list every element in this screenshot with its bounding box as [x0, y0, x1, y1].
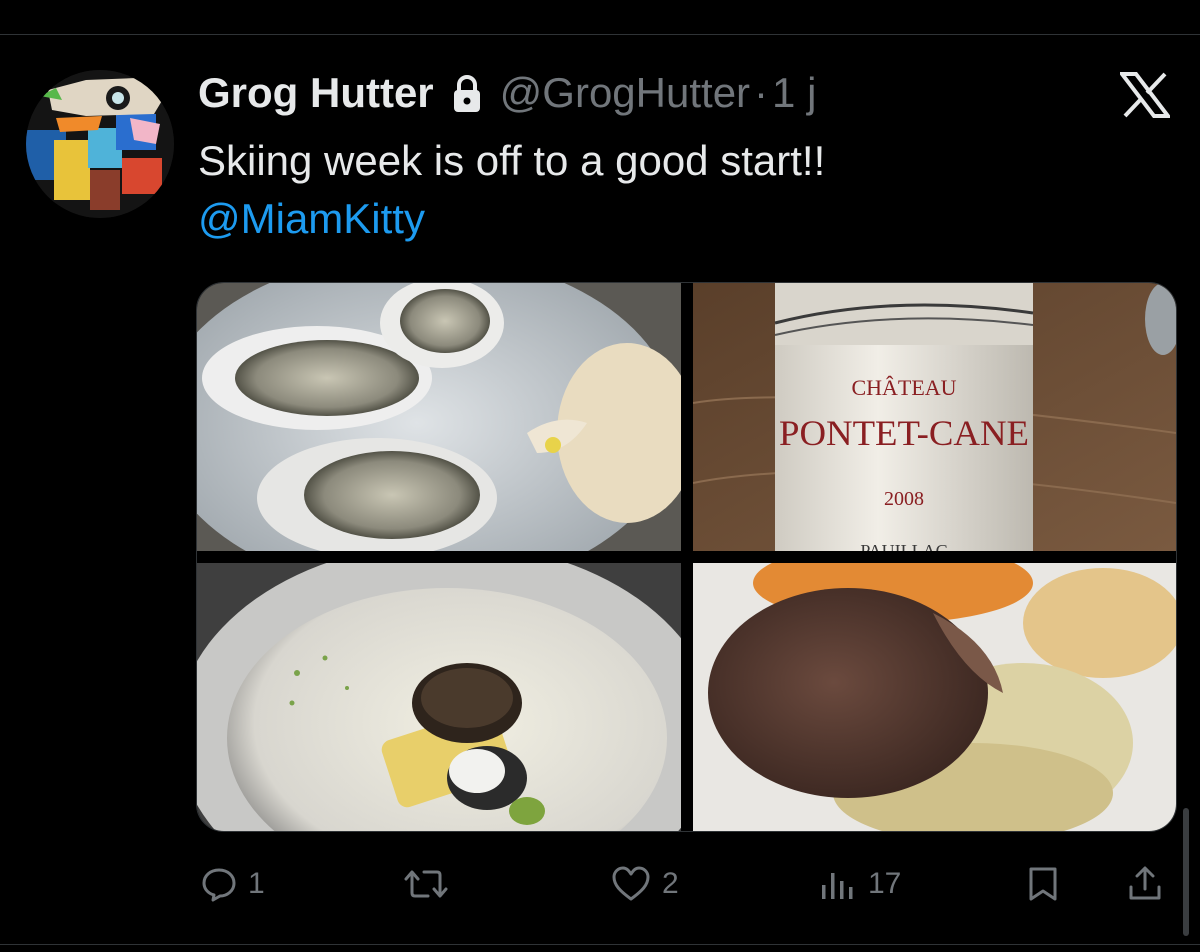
mention-link[interactable]: @MiamKitty	[198, 190, 825, 248]
author-name[interactable]: Grog Hutter	[198, 66, 434, 120]
share-icon	[1126, 865, 1164, 903]
like-icon	[610, 865, 652, 903]
like-count: 2	[662, 867, 679, 900]
lock-icon	[452, 73, 482, 113]
avatar-image	[26, 70, 174, 218]
bookmark-button[interactable]	[1026, 852, 1060, 916]
wine-label-name: PONTET-CANE	[779, 413, 1029, 453]
views-count: 17	[868, 867, 902, 900]
media-grid: CHÂTEAU PONTET-CANE 2008 PAUILLAC	[196, 282, 1177, 832]
views-icon	[818, 865, 858, 903]
avatar[interactable]	[26, 70, 174, 218]
bottom-divider	[0, 944, 1200, 945]
action-bar: 1 2 17	[0, 852, 1200, 916]
tweet-body: Skiing week is off to a good start!!	[198, 137, 826, 184]
reply-count: 1	[248, 867, 265, 900]
separator-dot: ·	[754, 69, 769, 116]
tweet-header: Grog Hutter @GrogHutter · 1 j	[198, 66, 816, 120]
like-button[interactable]: 2	[610, 852, 679, 916]
retweet-button[interactable]	[402, 852, 460, 916]
top-divider	[0, 34, 1200, 35]
wine-label-region: PAUILLAC	[860, 541, 947, 551]
photo-oysters[interactable]	[197, 283, 681, 551]
bookmark-icon	[1026, 865, 1060, 903]
views-button[interactable]: 17	[818, 852, 901, 916]
reply-icon	[200, 865, 238, 903]
photo-wine-bottle[interactable]: CHÂTEAU PONTET-CANE 2008 PAUILLAC	[693, 283, 1176, 551]
author-handle[interactable]: @GrogHutter	[500, 66, 750, 120]
timestamp[interactable]: 1 j	[772, 66, 816, 120]
tweet-text: Skiing week is off to a good start!! @Mi…	[198, 132, 825, 248]
photo-truffle-soup[interactable]	[197, 563, 681, 831]
x-logo-icon	[1117, 72, 1173, 118]
scrollbar[interactable]	[1183, 808, 1189, 936]
photo-steak[interactable]	[693, 563, 1176, 831]
reply-button[interactable]: 1	[200, 852, 265, 916]
wine-label-year: 2008	[884, 488, 924, 510]
wine-label-chateau: CHÂTEAU	[851, 375, 956, 400]
share-button[interactable]	[1126, 852, 1164, 916]
retweet-icon	[402, 865, 450, 903]
